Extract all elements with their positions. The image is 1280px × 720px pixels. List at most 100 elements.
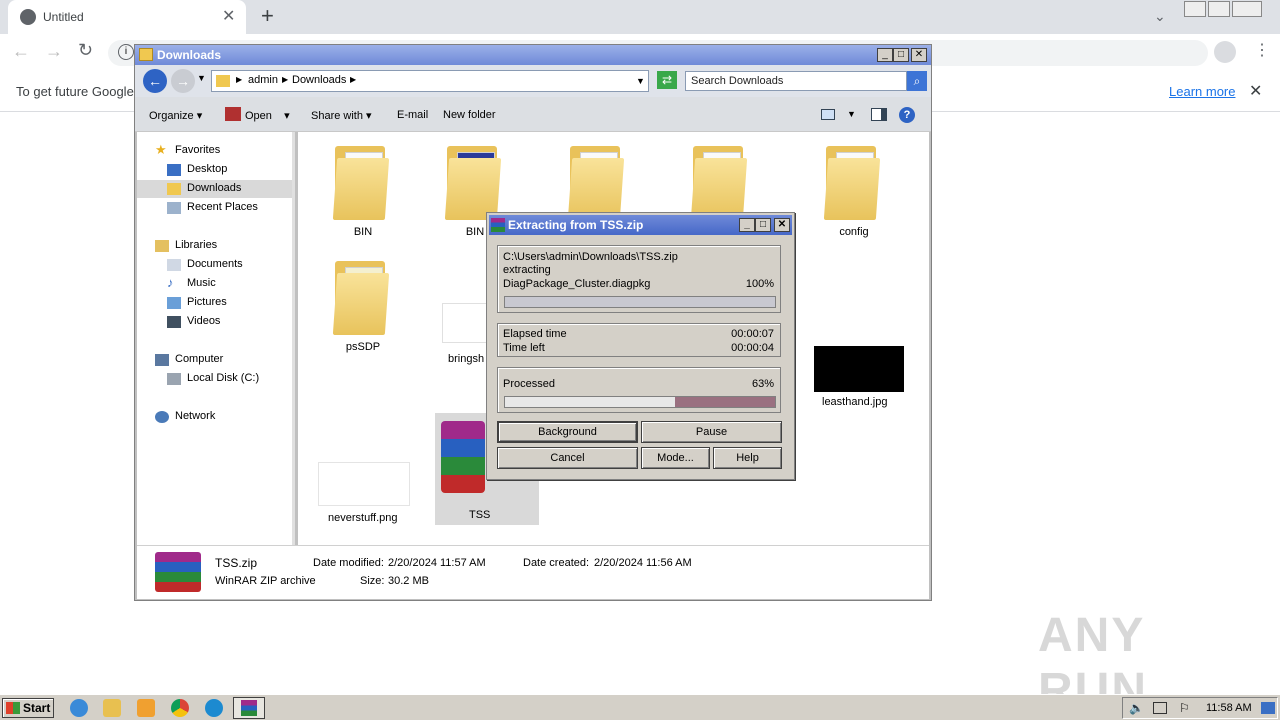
organize-menu[interactable]: Organize ▾ xyxy=(149,109,202,122)
breadcrumb-sep-icon[interactable]: ▶ xyxy=(236,75,242,84)
view-options-icon[interactable] xyxy=(821,109,835,120)
forward-arrow-icon[interactable]: → xyxy=(45,41,63,62)
share-with-label: Share with xyxy=(311,110,363,122)
help-icon[interactable]: ? xyxy=(899,107,915,123)
tab-search-icon[interactable]: ⌄ xyxy=(1154,8,1166,25)
explorer-address-row: ← → ▼ ▶ admin ▶ Downloads ▶ ▼ ⇄ Search D… xyxy=(135,65,931,97)
elapsed-value: 00:00:07 xyxy=(731,328,774,340)
network-icon xyxy=(155,411,169,423)
new-tab-button[interactable]: + xyxy=(261,3,274,29)
explorer-minimize-button[interactable]: _ xyxy=(877,48,893,62)
folder-icon xyxy=(823,158,881,220)
internet-explorer-icon[interactable] xyxy=(70,699,88,717)
nav-downloads[interactable]: Downloads xyxy=(137,180,292,198)
action-center-flag-icon[interactable]: ⚐ xyxy=(1179,701,1190,715)
search-icon[interactable]: ⌕ xyxy=(907,71,927,91)
start-button[interactable]: Start xyxy=(2,698,54,718)
explorer-close-button[interactable]: ✕ xyxy=(911,48,927,62)
cancel-button[interactable]: Cancel xyxy=(497,447,638,469)
chrome-icon[interactable] xyxy=(171,699,189,717)
kebab-menu-icon[interactable]: ⋮ xyxy=(1254,40,1270,60)
reload-icon[interactable]: ↻ xyxy=(78,40,93,61)
details-size-label: Size: xyxy=(360,575,385,587)
image-thumbnail-icon xyxy=(442,303,490,343)
view-dropdown-icon[interactable]: ▼ xyxy=(847,109,856,119)
edge-icon[interactable] xyxy=(205,699,223,717)
details-modified-label: Date modified: xyxy=(313,557,384,569)
open-menu[interactable]: Open ▾ xyxy=(245,109,290,122)
forward-button-icon[interactable]: → xyxy=(171,69,195,93)
nav-favorites[interactable]: ★ Favorites xyxy=(137,142,292,160)
breadcrumb-sep-icon[interactable]: ▶ xyxy=(282,75,288,84)
explorer-maximize-button[interactable]: □ xyxy=(893,48,909,62)
browser-tab[interactable]: Untitled ✕ xyxy=(8,0,246,34)
file-item-leasthand[interactable]: leasthand.jpg xyxy=(808,346,908,410)
pause-button[interactable]: Pause xyxy=(641,421,782,443)
open-label: Open xyxy=(245,110,272,122)
nav-local-disk[interactable]: Local Disk (C:) xyxy=(137,370,292,388)
navigation-pane: ★ Favorites Desktop Downloads Recent Plac… xyxy=(137,132,295,545)
help-button[interactable]: Help xyxy=(713,447,782,469)
mode-button[interactable]: Mode... xyxy=(641,447,710,469)
background-button[interactable]: Background xyxy=(497,421,638,443)
infobar-close-icon[interactable]: ✕ xyxy=(1249,81,1262,101)
rar-minimize-button[interactable]: _ xyxy=(739,218,755,232)
rar-close-button[interactable]: ✕ xyxy=(774,218,790,232)
profile-avatar-icon[interactable] xyxy=(1214,41,1236,63)
restore-window-icon[interactable] xyxy=(1208,1,1230,17)
breadcrumb[interactable]: ▶ admin ▶ Downloads ▶ ▼ xyxy=(211,70,649,92)
share-with-menu[interactable]: Share with ▾ xyxy=(311,109,372,122)
site-info-icon[interactable]: i xyxy=(118,44,134,60)
learn-more-link[interactable]: Learn more xyxy=(1169,84,1235,99)
back-button-icon[interactable]: ← xyxy=(143,69,167,93)
breadcrumb-downloads[interactable]: Downloads xyxy=(292,74,346,86)
item-label: leasthand.jpg xyxy=(822,396,888,408)
close-tab-icon[interactable]: ✕ xyxy=(222,6,235,26)
nav-label: Recent Places xyxy=(187,201,258,213)
nav-network[interactable]: Network xyxy=(137,408,292,426)
nav-videos[interactable]: Videos xyxy=(137,313,292,331)
breadcrumb-folder-icon xyxy=(216,75,230,87)
history-dropdown-icon[interactable]: ▼ xyxy=(197,73,206,83)
rar-action: extracting xyxy=(503,264,551,276)
breadcrumb-admin[interactable]: admin xyxy=(248,74,278,86)
libraries-icon xyxy=(155,240,169,252)
media-player-icon[interactable] xyxy=(137,699,155,717)
nav-libraries[interactable]: Libraries xyxy=(137,237,292,255)
rar-file-group: C:\Users\admin\Downloads\TSS.zip extract… xyxy=(497,245,781,313)
show-desktop-icon[interactable] xyxy=(1261,702,1275,714)
processed-percent: 63% xyxy=(751,378,774,390)
folder-item-bin[interactable]: BIN xyxy=(323,138,403,238)
nav-music[interactable]: ♪ Music xyxy=(137,275,292,293)
item-label: BIN xyxy=(353,226,373,238)
volume-icon[interactable]: 🔈 xyxy=(1129,701,1144,715)
nav-pictures[interactable]: Pictures xyxy=(137,294,292,312)
winrar-archive-icon xyxy=(441,421,485,493)
back-arrow-icon[interactable]: ← xyxy=(12,41,30,62)
address-dropdown-icon[interactable]: ▼ xyxy=(636,76,645,86)
file-explorer-icon[interactable] xyxy=(103,699,121,717)
nav-desktop[interactable]: Desktop xyxy=(137,161,292,179)
refresh-icon[interactable]: ⇄ xyxy=(657,71,677,89)
network-tray-icon[interactable] xyxy=(1153,702,1167,714)
clock[interactable]: 11:58 AM xyxy=(1206,702,1252,714)
email-button[interactable]: E-mail xyxy=(397,109,428,121)
new-folder-button[interactable]: New folder xyxy=(443,109,496,121)
folder-item-config[interactable]: config xyxy=(814,138,894,238)
nav-computer[interactable]: Computer xyxy=(137,351,292,369)
file-item-neverstuff[interactable]: neverstuff.png xyxy=(308,460,428,524)
folder-icon xyxy=(332,158,390,220)
minimize-window-icon[interactable] xyxy=(1184,1,1206,17)
folder-item-pssdp[interactable]: psSDP xyxy=(323,253,403,353)
winrar-taskbar-button[interactable] xyxy=(233,697,265,719)
folder-icon xyxy=(444,158,502,220)
nav-recent-places[interactable]: Recent Places xyxy=(137,199,292,217)
nav-documents[interactable]: Documents xyxy=(137,256,292,274)
details-pane: TSS.zip WinRAR ZIP archive Date modified… xyxy=(137,545,929,599)
close-window-icon[interactable] xyxy=(1232,1,1262,17)
preview-pane-icon[interactable] xyxy=(871,108,887,121)
rar-maximize-button[interactable]: □ xyxy=(755,218,771,232)
breadcrumb-sep-icon[interactable]: ▶ xyxy=(350,75,356,84)
search-input[interactable]: Search Downloads xyxy=(685,71,907,91)
item-label: bringsh xyxy=(448,353,485,365)
